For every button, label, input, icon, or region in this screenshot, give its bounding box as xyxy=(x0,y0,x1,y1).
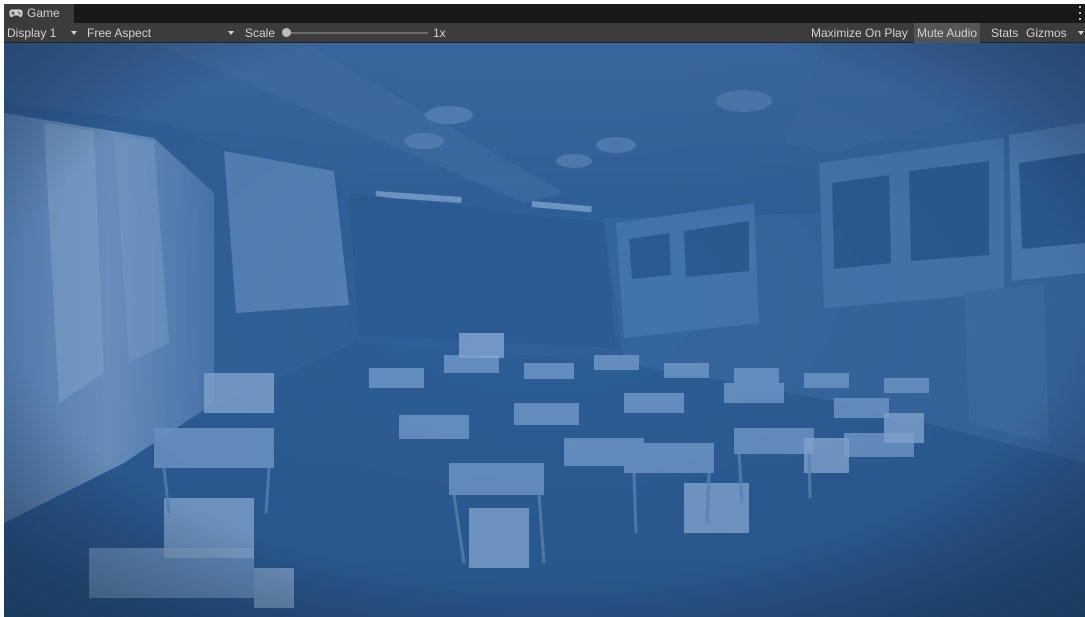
gizmos-toggle[interactable]: Gizmos xyxy=(1026,23,1067,43)
display-dropdown-chevron-icon[interactable] xyxy=(71,31,77,35)
scale-value: 1x xyxy=(433,26,446,40)
maximize-on-play-toggle[interactable]: Maximize On Play xyxy=(811,23,908,43)
more-options-icon[interactable] xyxy=(1078,6,1082,20)
game-viewport[interactable] xyxy=(4,43,1085,617)
classroom-scene xyxy=(4,43,1085,617)
stats-toggle[interactable]: Stats xyxy=(991,23,1018,43)
display-dropdown[interactable]: Display 1 xyxy=(7,23,56,43)
game-toolbar: Display 1 Free Aspect Scale 1x Maximize … xyxy=(4,23,1085,43)
tab-game-label: Game xyxy=(27,6,60,20)
scale-slider-track[interactable] xyxy=(286,32,428,34)
gamepad-icon xyxy=(9,9,23,18)
scale-slider-handle[interactable] xyxy=(282,28,291,37)
tab-game[interactable]: Game xyxy=(4,4,74,23)
aspect-dropdown[interactable]: Free Aspect xyxy=(87,23,151,43)
game-window: Game Display 1 Free Aspect Scale 1x Maxi… xyxy=(4,4,1085,617)
tab-bar: Game xyxy=(4,4,1085,23)
scale-label: Scale xyxy=(245,26,276,40)
mute-audio-toggle[interactable]: Mute Audio xyxy=(914,23,981,43)
gizmos-dropdown-chevron-icon[interactable] xyxy=(1078,31,1084,35)
aspect-dropdown-chevron-icon[interactable] xyxy=(228,31,234,35)
